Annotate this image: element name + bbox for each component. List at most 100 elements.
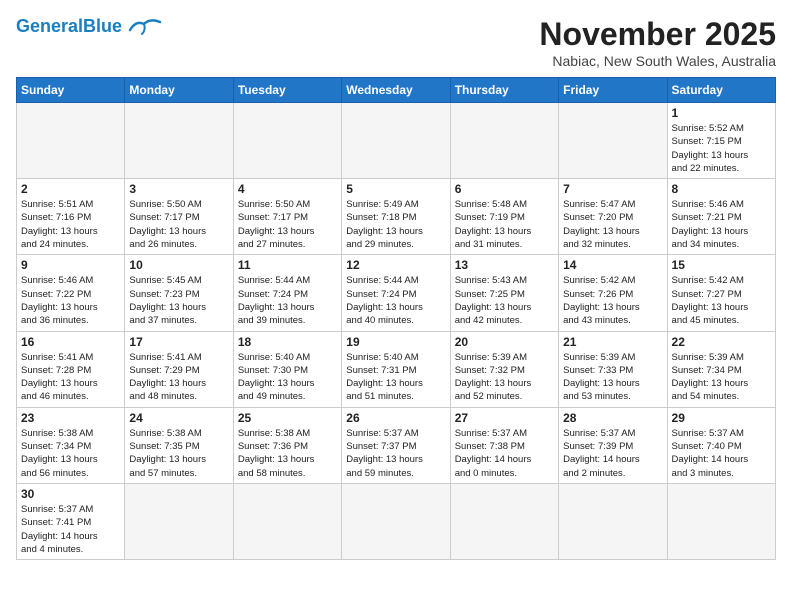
- calendar-cell: 28 Sunrise: 5:37 AM Sunset: 7:39 PM Dayli…: [559, 407, 667, 483]
- day-number: 20: [455, 335, 554, 349]
- day-info: Sunrise: 5:40 AM Sunset: 7:31 PM Dayligh…: [346, 351, 445, 404]
- calendar-cell: [125, 483, 233, 559]
- day-number: 4: [238, 182, 337, 196]
- calendar-cell: 4 Sunrise: 5:50 AM Sunset: 7:17 PM Daylig…: [233, 179, 341, 255]
- day-info: Sunrise: 5:37 AM Sunset: 7:37 PM Dayligh…: [346, 427, 445, 480]
- day-info: Sunrise: 5:42 AM Sunset: 7:27 PM Dayligh…: [672, 274, 771, 327]
- day-info: Sunrise: 5:39 AM Sunset: 7:34 PM Dayligh…: [672, 351, 771, 404]
- day-info: Sunrise: 5:48 AM Sunset: 7:19 PM Dayligh…: [455, 198, 554, 251]
- calendar-cell: 2Sunrise: 5:51 AM Sunset: 7:16 PM Daylig…: [17, 179, 125, 255]
- calendar-cell: 25 Sunrise: 5:38 AM Sunset: 7:36 PM Dayli…: [233, 407, 341, 483]
- calendar-cell: [342, 483, 450, 559]
- calendar-cell: 9Sunrise: 5:46 AM Sunset: 7:22 PM Daylig…: [17, 255, 125, 331]
- day-info: Sunrise: 5:42 AM Sunset: 7:26 PM Dayligh…: [563, 274, 662, 327]
- day-info: Sunrise: 5:41 AM Sunset: 7:28 PM Dayligh…: [21, 351, 120, 404]
- day-number: 27: [455, 411, 554, 425]
- day-number: 6: [455, 182, 554, 196]
- logo-text: GeneralBlue: [16, 17, 122, 37]
- calendar-cell: [667, 483, 775, 559]
- calendar-cell: [233, 483, 341, 559]
- calendar-cell: 23Sunrise: 5:38 AM Sunset: 7:34 PM Dayli…: [17, 407, 125, 483]
- calendar-cell: 30Sunrise: 5:37 AM Sunset: 7:41 PM Dayli…: [17, 483, 125, 559]
- location: Nabiac, New South Wales, Australia: [539, 53, 776, 69]
- day-number: 25: [238, 411, 337, 425]
- day-info: Sunrise: 5:39 AM Sunset: 7:32 PM Dayligh…: [455, 351, 554, 404]
- day-info: Sunrise: 5:37 AM Sunset: 7:41 PM Dayligh…: [21, 503, 120, 556]
- calendar-cell: [342, 103, 450, 179]
- calendar-table: SundayMondayTuesdayWednesdayThursdayFrid…: [16, 77, 776, 560]
- day-info: Sunrise: 5:37 AM Sunset: 7:39 PM Dayligh…: [563, 427, 662, 480]
- calendar-cell: 13 Sunrise: 5:43 AM Sunset: 7:25 PM Dayli…: [450, 255, 558, 331]
- day-info: Sunrise: 5:43 AM Sunset: 7:25 PM Dayligh…: [455, 274, 554, 327]
- day-info: Sunrise: 5:45 AM Sunset: 7:23 PM Dayligh…: [129, 274, 228, 327]
- calendar-week-row: 16 Sunrise: 5:41 AM Sunset: 7:28 PM Dayli…: [17, 331, 776, 407]
- logo-bird-icon: [126, 16, 162, 38]
- calendar-cell: 18 Sunrise: 5:40 AM Sunset: 7:30 PM Dayli…: [233, 331, 341, 407]
- calendar-cell: [17, 103, 125, 179]
- day-number: 12: [346, 258, 445, 272]
- calendar-cell: 21Sunrise: 5:39 AM Sunset: 7:33 PM Dayli…: [559, 331, 667, 407]
- calendar-cell: 27 Sunrise: 5:37 AM Sunset: 7:38 PM Dayli…: [450, 407, 558, 483]
- day-number: 19: [346, 335, 445, 349]
- weekday-header-thursday: Thursday: [450, 78, 558, 103]
- day-info: Sunrise: 5:44 AM Sunset: 7:24 PM Dayligh…: [238, 274, 337, 327]
- calendar-cell: [125, 103, 233, 179]
- day-number: 26: [346, 411, 445, 425]
- day-number: 22: [672, 335, 771, 349]
- calendar-cell: 19 Sunrise: 5:40 AM Sunset: 7:31 PM Dayli…: [342, 331, 450, 407]
- calendar-cell: 11Sunrise: 5:44 AM Sunset: 7:24 PM Dayli…: [233, 255, 341, 331]
- calendar-cell: 3 Sunrise: 5:50 AM Sunset: 7:17 PM Daylig…: [125, 179, 233, 255]
- calendar-week-row: 2Sunrise: 5:51 AM Sunset: 7:16 PM Daylig…: [17, 179, 776, 255]
- day-info: Sunrise: 5:37 AM Sunset: 7:40 PM Dayligh…: [672, 427, 771, 480]
- calendar-cell: 22 Sunrise: 5:39 AM Sunset: 7:34 PM Dayli…: [667, 331, 775, 407]
- calendar-week-row: 30Sunrise: 5:37 AM Sunset: 7:41 PM Dayli…: [17, 483, 776, 559]
- calendar-cell: 8Sunrise: 5:46 AM Sunset: 7:21 PM Daylig…: [667, 179, 775, 255]
- day-info: Sunrise: 5:38 AM Sunset: 7:36 PM Dayligh…: [238, 427, 337, 480]
- calendar-cell: [559, 103, 667, 179]
- day-number: 18: [238, 335, 337, 349]
- calendar-cell: [233, 103, 341, 179]
- weekday-header-monday: Monday: [125, 78, 233, 103]
- calendar-cell: 29Sunrise: 5:37 AM Sunset: 7:40 PM Dayli…: [667, 407, 775, 483]
- day-info: Sunrise: 5:46 AM Sunset: 7:21 PM Dayligh…: [672, 198, 771, 251]
- calendar-cell: 1Sunrise: 5:52 AM Sunset: 7:15 PM Daylig…: [667, 103, 775, 179]
- calendar-cell: [559, 483, 667, 559]
- calendar-cell: 7 Sunrise: 5:47 AM Sunset: 7:20 PM Daylig…: [559, 179, 667, 255]
- weekday-header-friday: Friday: [559, 78, 667, 103]
- page-header: GeneralBlue November 2025 Nabiac, New So…: [16, 16, 776, 69]
- weekday-header-wednesday: Wednesday: [342, 78, 450, 103]
- day-number: 3: [129, 182, 228, 196]
- day-info: Sunrise: 5:47 AM Sunset: 7:20 PM Dayligh…: [563, 198, 662, 251]
- calendar-cell: 14 Sunrise: 5:42 AM Sunset: 7:26 PM Dayli…: [559, 255, 667, 331]
- day-info: Sunrise: 5:38 AM Sunset: 7:34 PM Dayligh…: [21, 427, 120, 480]
- day-number: 21: [563, 335, 662, 349]
- day-number: 1: [672, 106, 771, 120]
- calendar-cell: 5Sunrise: 5:49 AM Sunset: 7:18 PM Daylig…: [342, 179, 450, 255]
- calendar-cell: 26 Sunrise: 5:37 AM Sunset: 7:37 PM Dayli…: [342, 407, 450, 483]
- calendar-cell: 20 Sunrise: 5:39 AM Sunset: 7:32 PM Dayli…: [450, 331, 558, 407]
- day-number: 28: [563, 411, 662, 425]
- calendar-cell: 17 Sunrise: 5:41 AM Sunset: 7:29 PM Dayli…: [125, 331, 233, 407]
- day-number: 5: [346, 182, 445, 196]
- day-info: Sunrise: 5:40 AM Sunset: 7:30 PM Dayligh…: [238, 351, 337, 404]
- day-number: 7: [563, 182, 662, 196]
- logo-general: General: [16, 16, 83, 36]
- calendar-week-row: 23Sunrise: 5:38 AM Sunset: 7:34 PM Dayli…: [17, 407, 776, 483]
- day-number: 14: [563, 258, 662, 272]
- calendar-cell: 15Sunrise: 5:42 AM Sunset: 7:27 PM Dayli…: [667, 255, 775, 331]
- day-info: Sunrise: 5:50 AM Sunset: 7:17 PM Dayligh…: [129, 198, 228, 251]
- day-number: 16: [21, 335, 120, 349]
- day-number: 17: [129, 335, 228, 349]
- day-info: Sunrise: 5:37 AM Sunset: 7:38 PM Dayligh…: [455, 427, 554, 480]
- day-number: 13: [455, 258, 554, 272]
- day-number: 2: [21, 182, 120, 196]
- calendar-cell: 12Sunrise: 5:44 AM Sunset: 7:24 PM Dayli…: [342, 255, 450, 331]
- weekday-header-saturday: Saturday: [667, 78, 775, 103]
- calendar-cell: 10Sunrise: 5:45 AM Sunset: 7:23 PM Dayli…: [125, 255, 233, 331]
- day-number: 9: [21, 258, 120, 272]
- calendar-cell: 16 Sunrise: 5:41 AM Sunset: 7:28 PM Dayli…: [17, 331, 125, 407]
- day-info: Sunrise: 5:41 AM Sunset: 7:29 PM Dayligh…: [129, 351, 228, 404]
- day-info: Sunrise: 5:50 AM Sunset: 7:17 PM Dayligh…: [238, 198, 337, 251]
- calendar-cell: 24Sunrise: 5:38 AM Sunset: 7:35 PM Dayli…: [125, 407, 233, 483]
- day-info: Sunrise: 5:38 AM Sunset: 7:35 PM Dayligh…: [129, 427, 228, 480]
